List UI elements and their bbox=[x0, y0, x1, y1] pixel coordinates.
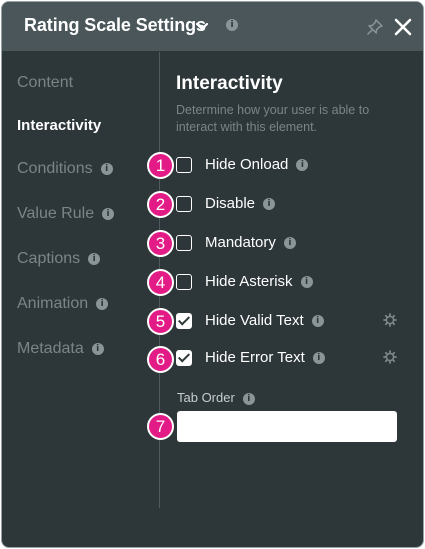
sidebar-item-label: Animation bbox=[17, 295, 89, 312]
sidebar-item-label: Conditions bbox=[17, 160, 93, 177]
disable-checkbox[interactable] bbox=[176, 196, 192, 212]
sidebar-item-content[interactable]: Content bbox=[17, 74, 73, 92]
callout-badge-3: 3 bbox=[147, 230, 174, 257]
panel-title: Rating Scale Settings bbox=[24, 15, 206, 35]
section-description: Determine how your user is able to inter… bbox=[176, 103, 370, 134]
info-icon[interactable]: i bbox=[300, 276, 313, 288]
hide-valid-text-option[interactable]: Hide Valid Text i bbox=[176, 312, 398, 332]
hide-onload-option[interactable]: Hide Onload i bbox=[176, 156, 396, 176]
sidebar-item-label: Value Rule bbox=[17, 205, 95, 222]
settings-panel: Rating Scale Settings i Content Interact… bbox=[1, 1, 424, 548]
info-icon[interactable]: i bbox=[91, 343, 104, 355]
info-icon[interactable]: i bbox=[312, 352, 325, 364]
callout-badge-7: 7 bbox=[147, 413, 174, 440]
hide-asterisk-checkbox[interactable] bbox=[176, 274, 192, 290]
sidebar-item-animation[interactable]: Animation i bbox=[17, 295, 109, 313]
info-icon[interactable]: i bbox=[96, 298, 109, 310]
tab-order-input[interactable] bbox=[177, 411, 397, 442]
title-info-icon[interactable]: i bbox=[226, 19, 238, 31]
info-icon[interactable]: i bbox=[263, 198, 276, 210]
info-icon[interactable]: i bbox=[88, 253, 101, 265]
callout-badge-4: 4 bbox=[147, 269, 174, 296]
info-icon[interactable]: i bbox=[242, 393, 255, 405]
mandatory-checkbox[interactable] bbox=[176, 235, 192, 251]
sidebar-item-captions[interactable]: Captions i bbox=[17, 250, 101, 268]
close-icon[interactable] bbox=[394, 18, 412, 36]
hide-asterisk-option[interactable]: Hide Asterisk i bbox=[176, 273, 396, 293]
callout-badge-2: 2 bbox=[147, 191, 174, 218]
sidebar-item-label: Captions bbox=[17, 250, 81, 267]
hide-error-text-checkbox[interactable] bbox=[176, 350, 192, 366]
option-label: Hide Error Text bbox=[205, 349, 305, 366]
option-label: Hide Asterisk bbox=[205, 273, 293, 290]
info-icon[interactable]: i bbox=[296, 159, 309, 171]
hide-valid-text-checkbox[interactable] bbox=[176, 313, 192, 329]
tab-order-label-text: Tab Order bbox=[177, 390, 235, 405]
option-label: Mandatory bbox=[205, 234, 276, 251]
info-icon[interactable]: i bbox=[102, 208, 115, 220]
option-label: Disable bbox=[205, 195, 256, 212]
option-label: Hide Valid Text bbox=[205, 312, 304, 329]
hide-onload-checkbox[interactable] bbox=[176, 157, 192, 173]
pin-icon[interactable] bbox=[366, 18, 384, 36]
disable-option[interactable]: Disable i bbox=[176, 195, 396, 215]
info-icon[interactable]: i bbox=[283, 237, 296, 249]
sidebar-item-conditions[interactable]: Conditions i bbox=[17, 160, 113, 178]
sidebar-item-metadata[interactable]: Metadata i bbox=[17, 340, 104, 358]
section-title: Interactivity bbox=[176, 73, 283, 94]
sidebar-item-label: Interactivity bbox=[17, 117, 102, 134]
sidebar-item-label: Metadata bbox=[17, 340, 84, 357]
option-label: Hide Onload bbox=[205, 156, 289, 173]
callout-badge-1: 1 bbox=[147, 152, 174, 179]
callout-badge-6: 6 bbox=[147, 346, 174, 373]
mandatory-option[interactable]: Mandatory i bbox=[176, 234, 396, 254]
gear-icon[interactable] bbox=[383, 313, 397, 327]
gear-icon[interactable] bbox=[383, 350, 397, 364]
info-icon[interactable]: i bbox=[100, 163, 113, 175]
sidebar-item-value-rule[interactable]: Value Rule i bbox=[17, 205, 115, 223]
sidebar-item-label: Content bbox=[17, 74, 74, 91]
info-icon[interactable]: i bbox=[311, 315, 324, 327]
panel-header: Rating Scale Settings i bbox=[2, 2, 423, 51]
sidebar-item-interactivity[interactable]: Interactivity bbox=[17, 117, 101, 134]
chevron-down-icon[interactable] bbox=[195, 17, 209, 35]
callout-badge-5: 5 bbox=[147, 308, 174, 335]
tab-order-label: Tab Order i bbox=[177, 390, 255, 405]
hide-error-text-option[interactable]: Hide Error Text i bbox=[176, 349, 398, 369]
